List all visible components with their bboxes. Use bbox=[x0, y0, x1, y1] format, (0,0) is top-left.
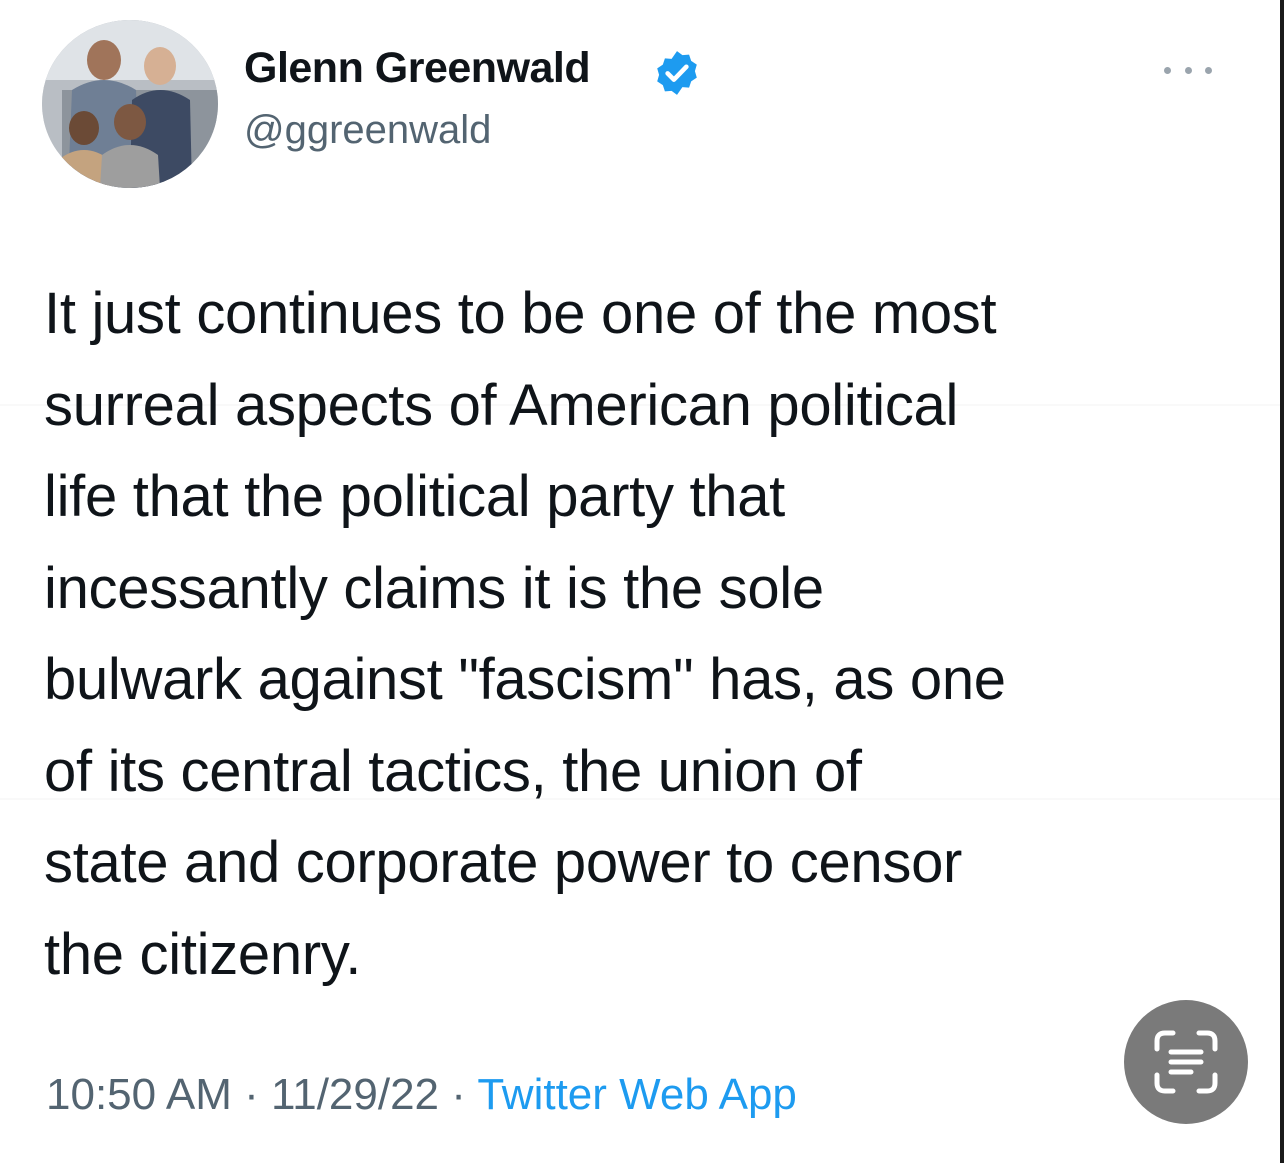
tweet-text-line: bulwark against "fascism" has, as one bbox=[44, 647, 1006, 712]
tweet-text-line: of its central tactics, the union of bbox=[44, 738, 862, 804]
tweet-time[interactable]: 10:50 AM bbox=[46, 1070, 232, 1119]
author-handle[interactable]: @ggreenwald bbox=[244, 108, 491, 153]
screen-edge bbox=[1280, 0, 1284, 1163]
tweet-text-line: It just continues to be one of the most bbox=[44, 281, 997, 346]
meta-separator: · bbox=[231, 1070, 272, 1119]
tweet-text: It just continues to be one of the most … bbox=[44, 268, 1244, 1000]
tweet-text-line: incessantly claims it is the sole bbox=[44, 555, 824, 621]
tweet-metadata: 10:50 AM · 11/29/22 · Twitter Web App bbox=[46, 1070, 797, 1120]
more-options-icon[interactable] bbox=[1164, 58, 1212, 82]
tweet-text-line: the citizenry. bbox=[44, 921, 362, 987]
tweet-date[interactable]: 11/29/22 bbox=[271, 1070, 439, 1119]
tweet-text-line: state and corporate power to censor bbox=[44, 830, 963, 895]
live-text-scan-icon bbox=[1154, 1030, 1218, 1094]
live-text-scan-button[interactable] bbox=[1124, 1000, 1248, 1124]
avatar[interactable] bbox=[42, 20, 218, 188]
tweet-text-line: life that the political party that bbox=[44, 464, 785, 529]
tweet-source-link[interactable]: Twitter Web App bbox=[477, 1070, 797, 1119]
meta-separator: · bbox=[439, 1070, 478, 1119]
profile-photo-icon bbox=[42, 20, 218, 188]
author-display-name[interactable]: Glenn Greenwald bbox=[244, 44, 591, 93]
tweet-card: Glenn Greenwald @ggreenwald It just cont… bbox=[0, 0, 1284, 1163]
verified-badge-icon bbox=[657, 51, 697, 95]
tweet-text-line: surreal aspects of American political bbox=[44, 372, 959, 438]
